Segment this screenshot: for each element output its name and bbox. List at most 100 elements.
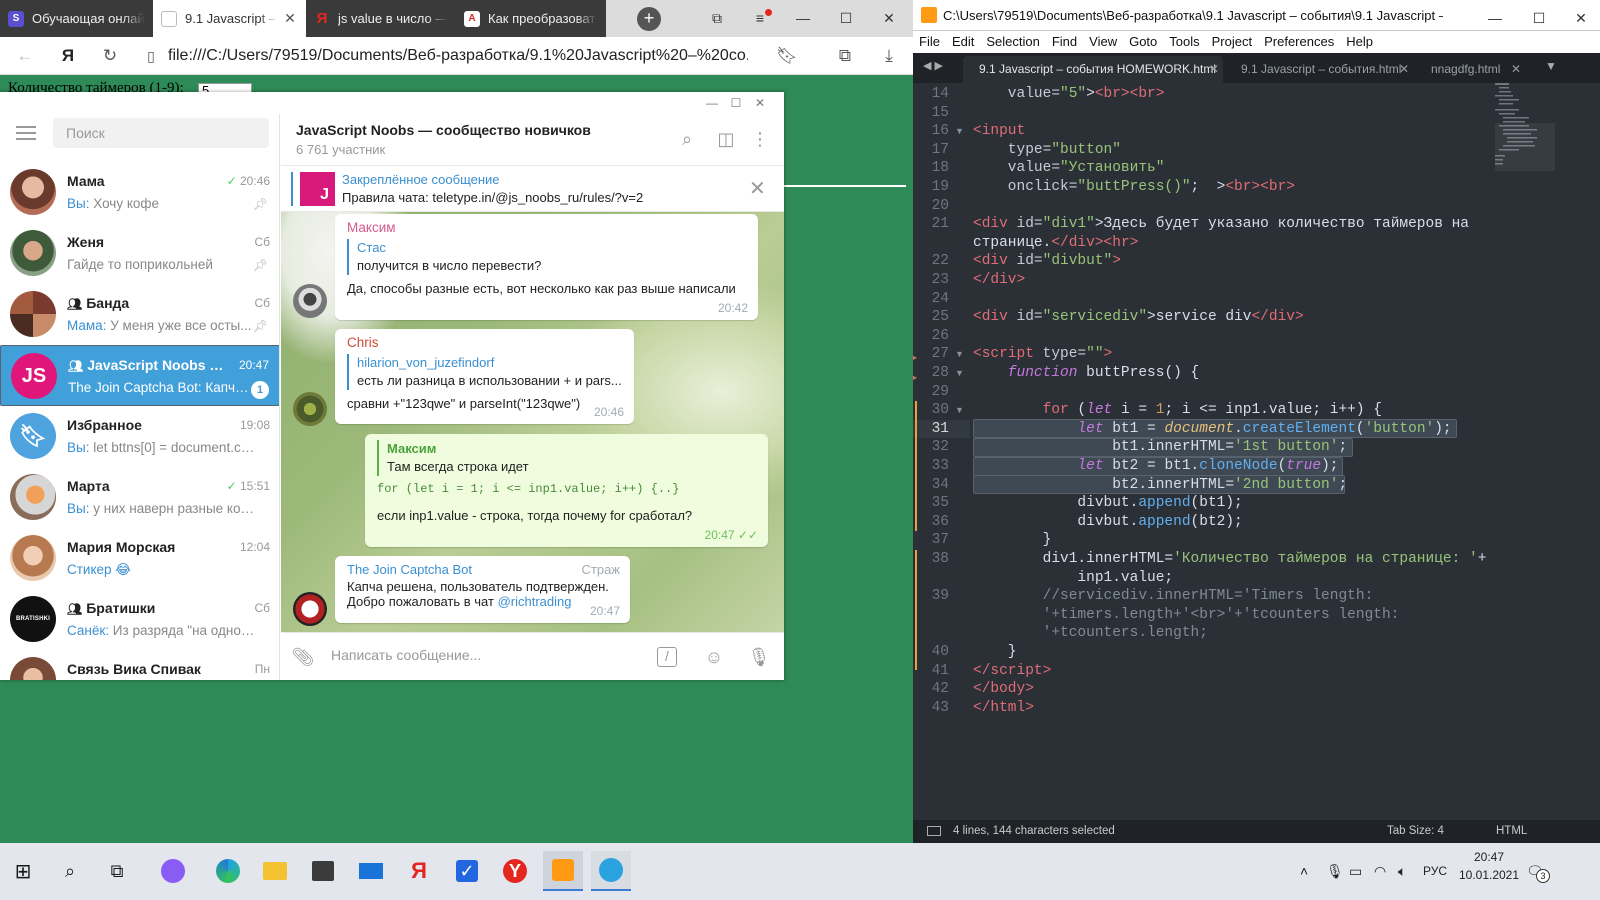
menu-help[interactable]: Help <box>1340 31 1379 53</box>
minimize-button[interactable]: — <box>700 92 724 114</box>
maximize-button[interactable]: ☐ <box>724 92 748 114</box>
maximize-button[interactable]: ☐ <box>826 0 866 37</box>
yandex-icon[interactable]: Y <box>495 851 535 891</box>
close-icon[interactable]: ✕ <box>1511 56 1521 83</box>
editor-tab-nnagdfg[interactable]: nnagdfg.html ✕ <box>1415 56 1525 83</box>
browser-tab-2[interactable]: 9.1 Javascript – с ✕ <box>153 0 306 37</box>
message-input[interactable]: Написать сообщение... <box>331 647 481 663</box>
menu-file[interactable]: File <box>913 31 946 53</box>
sublime-text-icon[interactable] <box>543 851 583 891</box>
search-input[interactable]: Поиск <box>53 118 269 148</box>
page-info-icon[interactable]: ▯ <box>136 37 166 75</box>
mail-icon[interactable] <box>351 851 391 891</box>
syntax-status[interactable]: HTML <box>1496 820 1527 843</box>
menu-goto[interactable]: Goto <box>1123 31 1163 53</box>
todo-icon[interactable]: ✓ <box>447 851 487 891</box>
telegram-icon[interactable] <box>591 851 631 891</box>
mention-link[interactable]: @richtrading <box>498 594 572 609</box>
close-icon[interactable]: ✕ <box>282 10 298 27</box>
menu-icon[interactable]: ≡ <box>740 0 780 37</box>
chat-item-banda[interactable]: 👥︎ Банда Сб Мама: У меня уже все осты... … <box>0 284 279 345</box>
sidebar-toggle-icon[interactable]: ◫ <box>715 128 737 150</box>
menu-find[interactable]: Find <box>1046 31 1083 53</box>
pinned-message-bar[interactable]: J Закреплённое сообщение Правила чата: t… <box>281 166 784 212</box>
edge-icon[interactable] <box>208 851 248 891</box>
code-editor[interactable]: value="5"><br><br> <input type="button" … <box>973 83 1553 820</box>
attach-icon[interactable]: 📎︎ <box>291 645 315 669</box>
menu-edit[interactable]: Edit <box>946 31 980 53</box>
reply-quote[interactable]: Максим Там всегда строка идет <box>377 440 756 476</box>
task-view-icon[interactable]: ⧉ <box>97 851 137 891</box>
message[interactable]: Максим Стас получится в число перевести?… <box>335 214 758 320</box>
search-icon[interactable]: ⌕ <box>50 851 90 891</box>
editor-tab-homework[interactable]: 9.1 Javascript – события HOMEWORK.html ✕ <box>963 56 1223 83</box>
volume-icon[interactable]: 🔈︎ <box>1398 843 1406 900</box>
tab-nav-arrows-icon[interactable]: ◀ ▶ <box>923 59 943 72</box>
search-icon[interactable]: ⌕ <box>676 128 698 150</box>
close-button[interactable]: ✕ <box>748 92 772 114</box>
close-icon[interactable]: ✕ <box>749 176 766 201</box>
chat-item-vika[interactable]: Связь Вика Спивак Пн <box>0 650 279 680</box>
fold-arrow-icon[interactable]: ▼ <box>955 368 964 378</box>
message[interactable]: Chris hilarion_von_juzefindorf есть ли р… <box>335 329 634 424</box>
reply-quote[interactable]: hilarion_von_juzefindorf есть ли разница… <box>347 354 622 390</box>
browser-tab-1[interactable]: S Обучающая онлай <box>0 0 153 37</box>
minimize-button[interactable]: — <box>783 0 823 37</box>
yandex-browser-icon[interactable]: Я <box>399 851 439 891</box>
menu-view[interactable]: View <box>1083 31 1123 53</box>
menu-preferences[interactable]: Preferences <box>1258 31 1340 53</box>
wifi-icon[interactable]: ◠ <box>1374 843 1386 900</box>
chat-item-marta[interactable]: Марта ✓ 15:51 Вы: у них наверн разные ко… <box>0 467 279 528</box>
close-icon[interactable]: ✕ <box>1209 56 1219 83</box>
fold-arrow-icon[interactable]: ▼ <box>955 405 964 415</box>
microphone-icon[interactable]: 🎙︎ <box>747 645 771 669</box>
microphone-icon[interactable]: 🎙︎ <box>1326 843 1344 900</box>
yandex-logo-icon[interactable]: Я <box>53 37 83 75</box>
browser-tab-3[interactable]: Я js value в число — <box>306 0 456 37</box>
file-explorer-icon[interactable] <box>255 851 295 891</box>
tab-manager-icon[interactable]: ⧉ <box>697 0 737 37</box>
close-icon[interactable]: ✕ <box>1399 56 1409 83</box>
minimap[interactable] <box>1495 83 1555 183</box>
editor-tab-events[interactable]: 9.1 Javascript – события.html ✕ <box>1225 56 1413 83</box>
outgoing-message[interactable]: Максим Там всегда строка идет for (let i… <box>365 434 768 547</box>
reply-quote[interactable]: Стас получится в число перевести? <box>347 239 746 275</box>
notifications-icon[interactable]: 🗨︎ 3 <box>1526 843 1550 900</box>
chat-title[interactable]: JavaScript Noobs — сообщество новичков <box>296 122 591 138</box>
chat-item-saved[interactable]: 🔖︎ Избранное 19:08 Вы: let bttns[0] = do… <box>0 406 279 467</box>
tab-list-icon[interactable]: ▼ <box>1545 59 1557 73</box>
chat-item-mama[interactable]: Мама ✓ 20:46 Вы: Хочу кофе 📌︎ <box>0 162 279 223</box>
url-field[interactable]: file:///C:/Users/79519/Documents/Веб-раз… <box>168 37 748 75</box>
menu-selection[interactable]: Selection <box>980 31 1045 53</box>
close-window-button[interactable]: ✕ <box>869 0 909 37</box>
tab-size-status[interactable]: Tab Size: 4 <box>1387 820 1444 843</box>
bookmark-icon[interactable]: 🔖︎ <box>772 37 802 75</box>
store-icon[interactable] <box>303 851 343 891</box>
clock[interactable]: 20:47 10.01.2021 <box>1456 843 1522 900</box>
new-tab-button[interactable]: + <box>637 7 661 31</box>
message[interactable]: The Join Captcha Bot Страж Капча решена, … <box>335 556 630 623</box>
alice-icon[interactable] <box>153 851 193 891</box>
back-button[interactable]: ← <box>10 37 40 75</box>
fold-arrow-icon[interactable]: ▼ <box>955 349 964 359</box>
chat-item-maria[interactable]: Мария Морская 12:04 Стикер 😂 <box>0 528 279 589</box>
chat-item-js-noobs[interactable]: JS 👥︎JavaScript Noobs — c... 20:47 The J… <box>0 345 279 406</box>
windows-start-icon[interactable]: ⊞ <box>3 851 43 891</box>
download-icon[interactable]: ⤓ <box>874 37 904 75</box>
bot-command-icon[interactable]: / <box>657 647 677 667</box>
menu-project[interactable]: Project <box>1206 31 1258 53</box>
panel-toggle-icon[interactable] <box>927 826 941 836</box>
browser-tab-4[interactable]: A Как преобразоват <box>456 0 606 37</box>
fold-arrow-icon[interactable]: ▼ <box>955 126 964 136</box>
tray-expand-icon[interactable]: ˄ <box>1300 843 1308 900</box>
reload-button[interactable]: ↻ <box>95 37 125 75</box>
chat-item-bratishki[interactable]: BRATISHKI 👥︎ Братишки Сб Санёк: Из разряд… <box>0 589 279 650</box>
hamburger-menu-icon[interactable] <box>16 126 36 140</box>
battery-icon[interactable]: ▭ <box>1349 843 1362 900</box>
language-indicator[interactable]: РУС <box>1423 843 1447 900</box>
menu-tools[interactable]: Tools <box>1163 31 1205 53</box>
chat-item-zhenya[interactable]: Женя Сб Гайде то поприкольней 📌︎ <box>0 223 279 284</box>
more-icon[interactable]: ⋮ <box>749 128 771 150</box>
reader-icon[interactable]: ⧉ <box>830 37 860 75</box>
emoji-icon[interactable]: ☺ <box>702 645 726 669</box>
